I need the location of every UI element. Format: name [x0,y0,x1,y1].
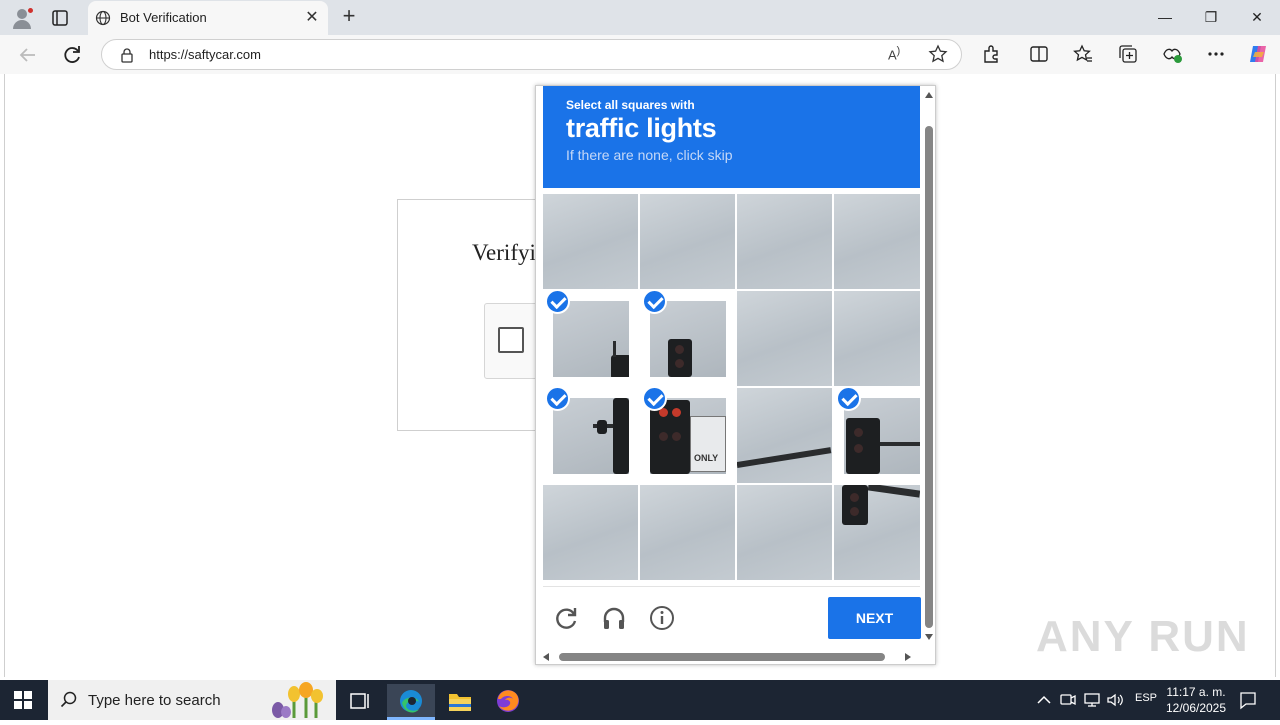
instruction-target: traffic lights [566,113,717,143]
show-hidden-icons-chevron-icon[interactable] [1034,690,1054,710]
search-placeholder: Type here to search [88,692,221,709]
grid-tile[interactable] [834,485,920,580]
captcha-header: Select all squares with traffic lights I… [543,86,920,188]
url-text[interactable]: https://saftycar.com [149,47,261,62]
collections-icon[interactable] [1117,43,1139,65]
search-icon [60,691,78,709]
browser-toolbar: https://saftycar.com A) [0,35,1280,74]
tab-close-icon[interactable]: ✕ [302,8,322,28]
browser-essentials-icon[interactable] [1161,43,1183,65]
copilot-icon[interactable] [1247,43,1269,65]
next-button[interactable]: NEXT [828,597,921,639]
grid-tile[interactable] [834,194,920,289]
split-screen-icon[interactable] [1028,43,1050,65]
read-aloud-icon[interactable]: A) [888,45,908,65]
meet-now-icon[interactable] [1058,690,1078,710]
globe-icon [95,10,111,26]
horizontal-scroll-thumb[interactable] [559,653,885,661]
taskbar: Type here to search ESP 11:17 a. m. 12/0… [0,680,1280,720]
clock-date: 12/06/2025 [1165,701,1227,715]
instruction-hint: If there are none, click skip [566,147,733,163]
tab-title: Bot Verification [120,10,207,25]
more-options-icon[interactable] [1205,43,1227,65]
vertical-scroll-thumb[interactable] [925,126,933,628]
minimize-button[interactable]: — [1153,6,1177,28]
captcha-footer: NEXT [543,586,921,646]
grid-tile[interactable] [737,194,832,289]
grid-tile[interactable] [737,485,832,580]
watermark-logo: ANY RUN [1036,612,1250,661]
reload-icon[interactable] [553,605,579,631]
audio-headphones-icon[interactable] [601,605,627,631]
instruction-small: Select all squares with [566,98,695,112]
grid-tile-selected[interactable] [543,291,638,386]
notifications-icon[interactable] [1238,690,1258,710]
profile-icon[interactable] [10,6,34,30]
lock-icon[interactable] [119,47,135,63]
grid-tile[interactable] [737,388,832,483]
grid-tile[interactable] [737,291,832,386]
network-icon[interactable] [1082,690,1102,710]
grid-tile[interactable] [640,485,735,580]
info-icon[interactable] [649,605,675,631]
windows-start-icon[interactable] [14,691,32,709]
vertical-scrollbar[interactable] [922,86,935,646]
flowers-illustration-icon [264,682,334,718]
address-bar[interactable]: https://saftycar.com A) [101,39,962,70]
new-tab-button[interactable]: + [338,5,360,27]
grid-tile[interactable] [543,194,638,289]
tab-bot-verification[interactable]: Bot Verification ✕ [88,1,328,35]
grid-tile-selected[interactable]: ONLY [640,388,735,483]
extensions-icon[interactable] [980,43,1002,65]
firefox-icon[interactable] [484,684,532,720]
grid-tile-selected[interactable] [543,388,638,483]
clock-time: 11:17 a. m. [1166,685,1226,699]
file-explorer-icon[interactable] [436,684,484,720]
tab-actions-icon[interactable] [50,8,70,28]
back-arrow-icon[interactable] [16,43,40,67]
favorite-star-icon[interactable] [928,44,948,64]
human-checkbox[interactable] [498,327,524,353]
grid-tile[interactable] [834,291,920,386]
edge-app-icon[interactable] [387,684,435,720]
refresh-icon[interactable] [60,43,84,67]
language-indicator[interactable]: ESP [1135,692,1157,704]
favorites-icon[interactable] [1072,43,1094,65]
grid-tile-selected[interactable] [834,388,920,483]
traffic-sign: ONLY [690,416,726,472]
restore-button[interactable]: ❐ [1199,6,1223,28]
captcha-challenge: Select all squares with traffic lights I… [535,85,936,665]
horizontal-scrollbar[interactable] [536,649,922,664]
volume-icon[interactable] [1105,690,1125,710]
close-window-button[interactable]: ✕ [1245,6,1269,28]
image-grid: ONLY [543,194,920,580]
grid-tile-selected[interactable] [640,291,735,386]
system-clock[interactable]: 11:17 a. m. 12/06/2025 [1160,684,1232,716]
task-view-icon[interactable] [336,684,384,720]
taskbar-search[interactable]: Type here to search [48,680,336,720]
tab-bar: Bot Verification ✕ + — ❐ ✕ [0,0,1280,35]
grid-tile[interactable] [640,194,735,289]
grid-tile[interactable] [543,485,638,580]
